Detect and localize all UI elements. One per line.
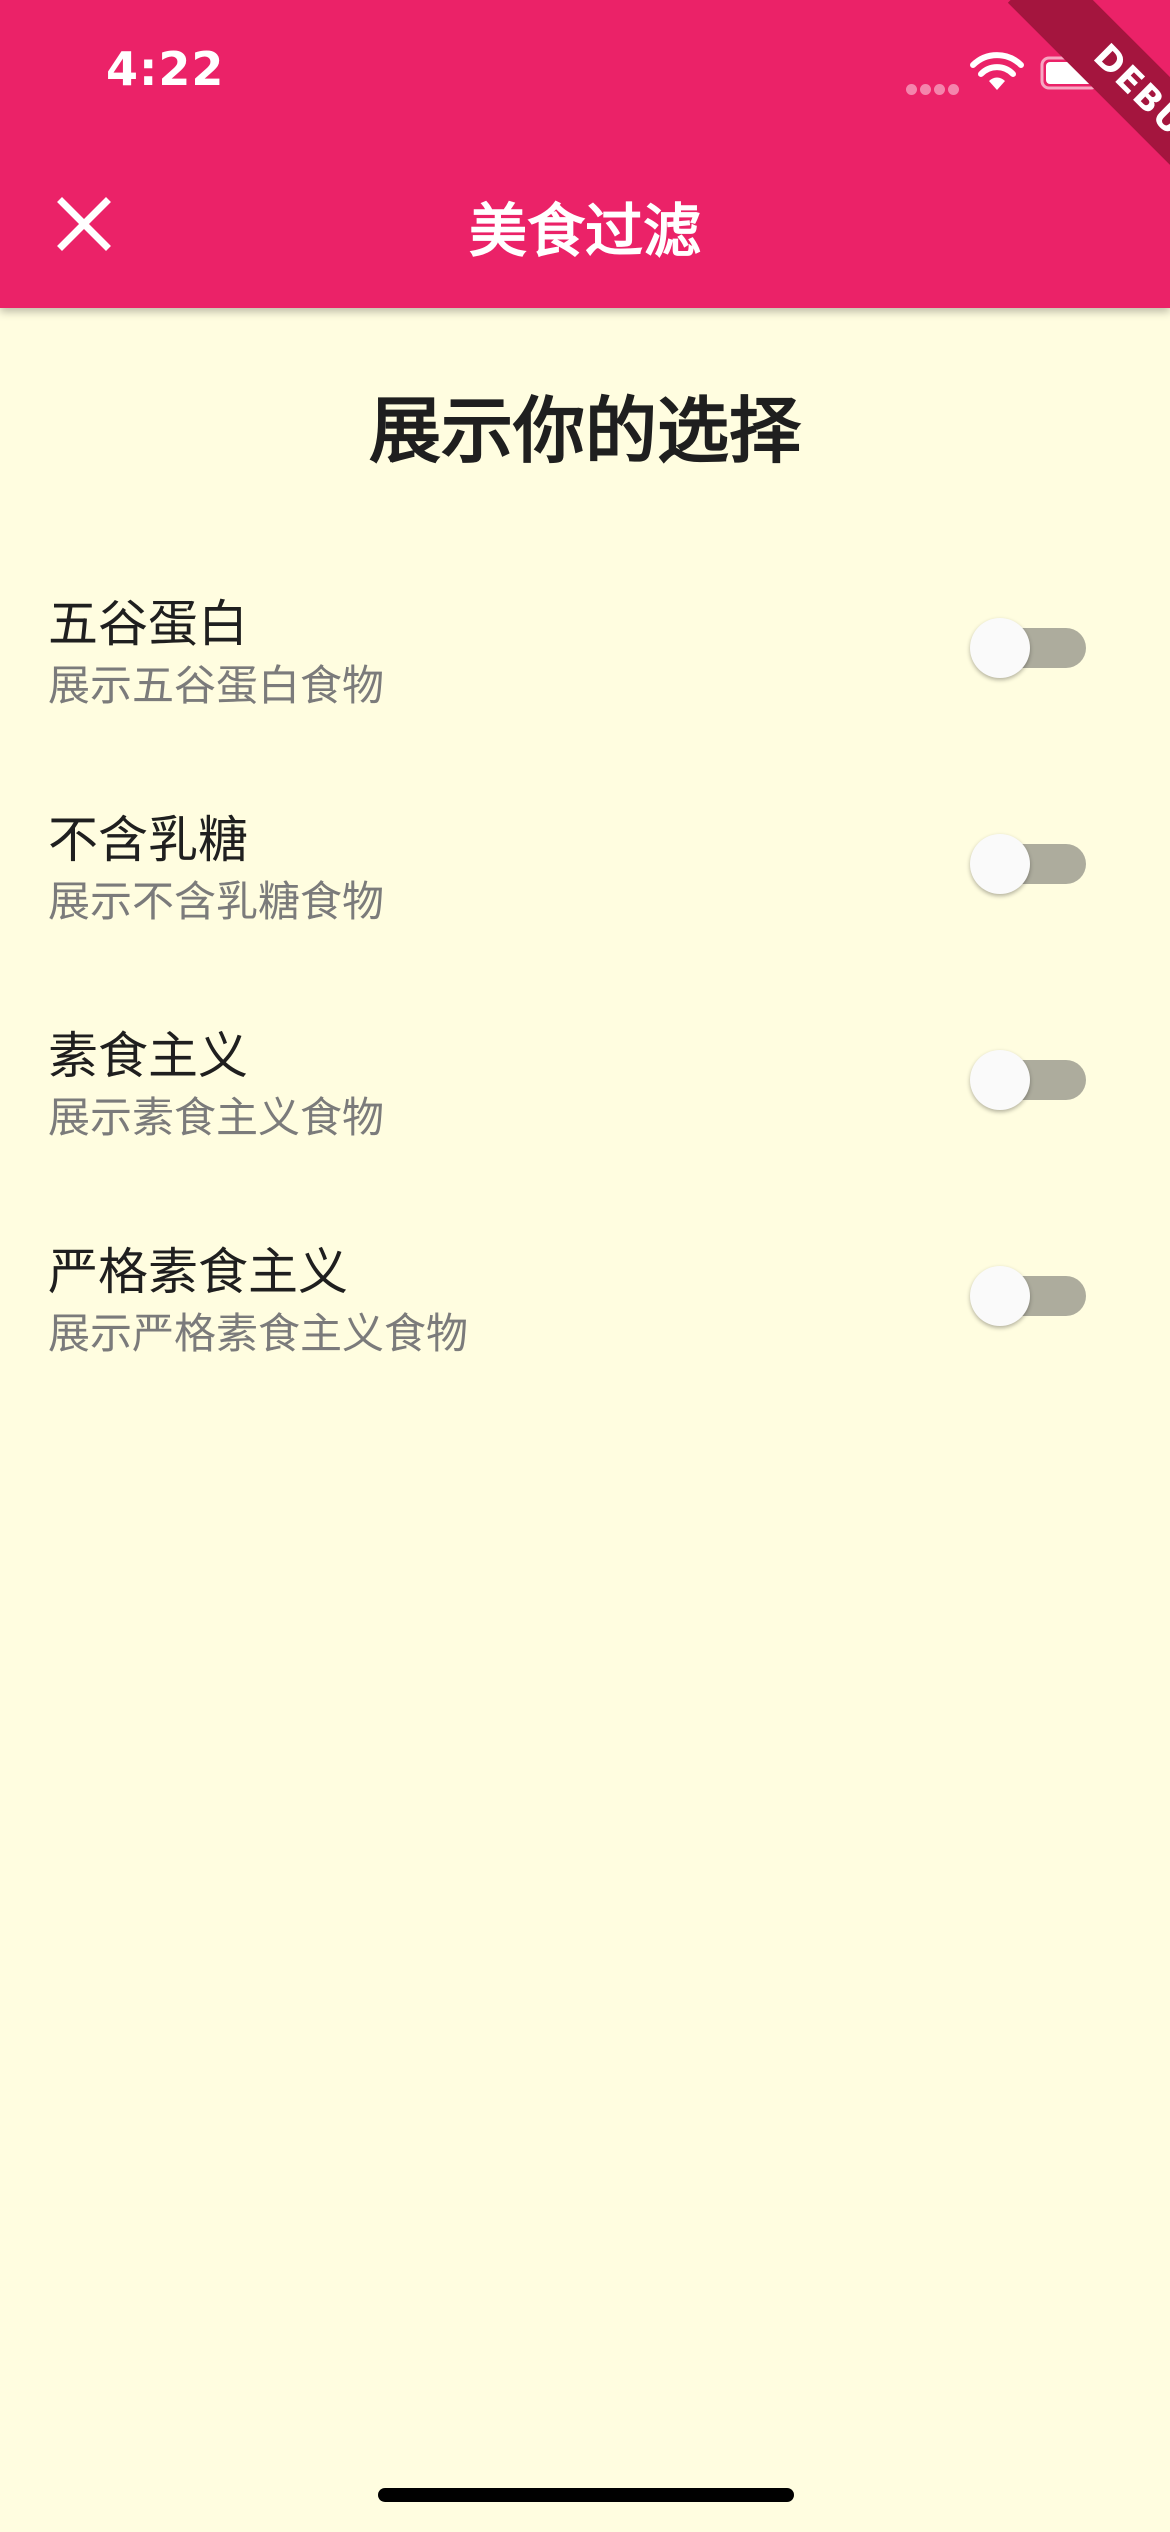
filter-subtitle: 展示不含乳糖食物 xyxy=(48,877,385,926)
switch-thumb xyxy=(970,834,1030,894)
cellular-signal-icon xyxy=(906,80,962,95)
switch-thumb xyxy=(970,618,1030,678)
switch-thumb xyxy=(970,1050,1030,1110)
app-bar: 4:22 DEBUG 美食过滤 xyxy=(0,0,1170,308)
page-title: 展示你的选择 xyxy=(368,389,801,473)
filter-title: 五谷蛋白 xyxy=(48,595,248,653)
filter-list: 五谷蛋白 展示五谷蛋白食物 不含乳糖 展示不含乳糖食物 素食主义 展示素食主义食… xyxy=(0,568,1170,1432)
filter-title: 素食主义 xyxy=(48,1027,248,1085)
gluten-toggle-switch[interactable] xyxy=(970,610,1086,686)
filter-title: 严格素食主义 xyxy=(48,1243,348,1301)
wifi-icon xyxy=(970,52,1024,90)
filter-subtitle: 展示严格素食主义食物 xyxy=(48,1309,469,1358)
filter-item-vegan[interactable]: 严格素食主义 展示严格素食主义食物 xyxy=(0,1216,1170,1432)
filter-subtitle: 展示素食主义食物 xyxy=(48,1093,385,1142)
filter-item-gluten[interactable]: 五谷蛋白 展示五谷蛋白食物 xyxy=(0,568,1170,784)
switch-thumb xyxy=(970,1266,1030,1326)
status-time: 4:22 xyxy=(106,42,225,96)
vegan-toggle-switch[interactable] xyxy=(970,1258,1086,1334)
filter-subtitle: 展示五谷蛋白食物 xyxy=(48,661,385,710)
filter-title: 不含乳糖 xyxy=(48,811,248,869)
vegetarian-toggle-switch[interactable] xyxy=(970,1042,1086,1118)
filter-item-vegetarian[interactable]: 素食主义 展示素食主义食物 xyxy=(0,1000,1170,1216)
filter-item-lactose[interactable]: 不含乳糖 展示不含乳糖食物 xyxy=(0,784,1170,1000)
lactose-toggle-switch[interactable] xyxy=(970,826,1086,902)
app-bar-title: 美食过滤 xyxy=(468,197,701,265)
home-indicator[interactable] xyxy=(378,2488,794,2502)
